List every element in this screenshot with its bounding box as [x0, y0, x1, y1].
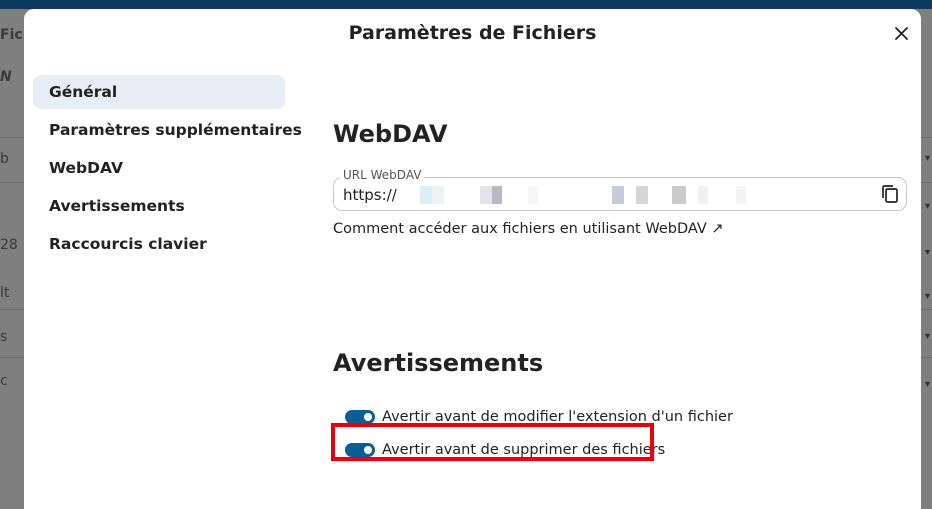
- background-row: [0, 182, 24, 183]
- chevron-down-icon: ▾: [924, 291, 930, 302]
- switch-knob: [364, 413, 372, 421]
- chevron-down-icon: ▾: [924, 379, 930, 390]
- webdav-url-value: https://: [343, 186, 397, 204]
- redacted-block: [672, 186, 686, 204]
- redacted-block: [480, 186, 492, 204]
- redacted-block: [636, 186, 648, 204]
- redacted-block: [420, 186, 432, 204]
- copy-url-button[interactable]: [880, 184, 900, 204]
- background-fragment: b: [0, 151, 9, 167]
- nav-item-warnings[interactable]: Avertissements: [33, 189, 285, 223]
- redacted-block: [612, 186, 624, 204]
- redacted-block: [432, 186, 444, 204]
- settings-nav: Général Paramètres supplémentaires WebDA…: [33, 75, 302, 265]
- background-left-strip: Fic N b 28 lt s c: [0, 9, 24, 498]
- background-row: [921, 137, 932, 138]
- background-fragment: s: [0, 329, 8, 345]
- background-right-strip: ▾ ▾ ▾ ▾ ▾ ▾: [921, 9, 932, 498]
- close-button[interactable]: [889, 21, 913, 45]
- chevron-down-icon: ▾: [924, 331, 930, 342]
- redacted-block: [736, 186, 746, 204]
- background-row: [921, 357, 932, 358]
- nav-item-keyboard-shortcuts[interactable]: Raccourcis clavier: [33, 227, 285, 261]
- background-row: [0, 357, 24, 358]
- background-row: [921, 309, 932, 310]
- webdav-url-label: URL WebDAV: [340, 168, 425, 182]
- dialog-title: Paramètres de Fichiers: [348, 22, 597, 44]
- webdav-help-link[interactable]: Comment accéder aux fichiers en utilisan…: [333, 221, 724, 237]
- background-fragment: c: [0, 373, 8, 389]
- chevron-down-icon: ▾: [924, 153, 930, 164]
- webdav-heading: WebDAV: [333, 120, 448, 148]
- background-fragment: N: [0, 69, 12, 85]
- background-top-bar: [0, 0, 932, 9]
- redacted-block: [528, 186, 538, 204]
- chevron-down-icon: ▾: [924, 247, 930, 258]
- background-fragment: 28: [0, 237, 18, 253]
- redacted-block: [492, 186, 502, 204]
- highlight-annotation: [331, 423, 654, 461]
- warnings-heading: Avertissements: [333, 349, 544, 377]
- background-fragment: Fic: [0, 27, 23, 43]
- background-row: [921, 182, 932, 183]
- nav-item-general[interactable]: Général: [33, 75, 285, 109]
- chevron-down-icon: ▾: [924, 201, 930, 212]
- redacted-block: [698, 186, 708, 204]
- webdav-url-field[interactable]: URL WebDAV https://: [333, 168, 907, 211]
- nav-item-additional-settings[interactable]: Paramètres supplémentaires: [33, 113, 302, 147]
- background-row: [0, 309, 24, 310]
- background-row: [0, 137, 24, 138]
- close-icon: [894, 26, 908, 40]
- extension-warning-switch[interactable]: [345, 410, 375, 424]
- background-fragment: lt: [0, 285, 10, 301]
- nav-item-webdav[interactable]: WebDAV: [33, 151, 285, 185]
- copy-icon: [882, 185, 898, 203]
